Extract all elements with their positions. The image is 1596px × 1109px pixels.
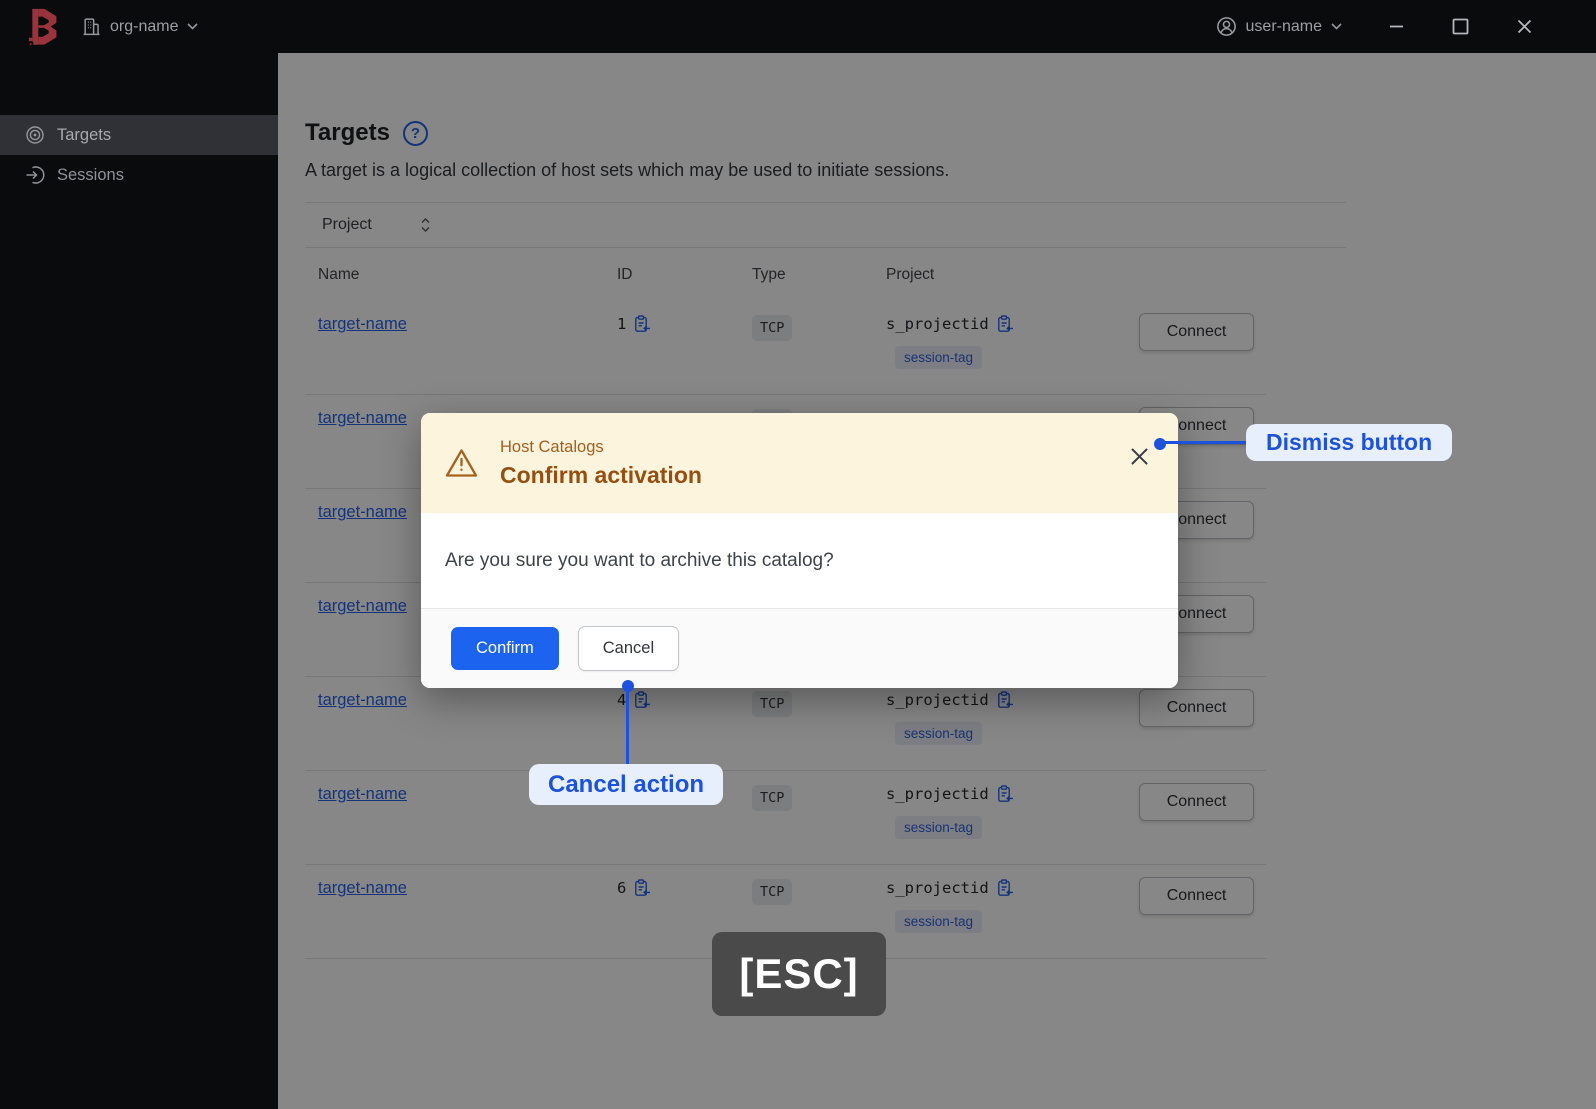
user-icon [1216, 16, 1237, 37]
org-name-label: org-name [110, 17, 179, 35]
close-window-button[interactable] [1514, 17, 1534, 37]
annotation-connector-line [1160, 441, 1248, 444]
app-window: org-name user-name Targets Sessions Targ… [0, 0, 1596, 1109]
dismiss-annotation-label: Dismiss button [1246, 424, 1453, 461]
maximize-button[interactable] [1450, 17, 1470, 37]
annotation-connector-line [626, 688, 629, 766]
confirm-modal: Host Catalogs Confirm activation Are you… [421, 413, 1178, 688]
chevron-down-icon [1331, 23, 1342, 30]
warning-icon [445, 448, 478, 478]
cancel-annotation-label: Cancel action [529, 764, 724, 805]
user-dropdown[interactable]: user-name [1216, 16, 1342, 37]
dismiss-button[interactable] [1129, 446, 1150, 467]
org-icon [82, 17, 101, 36]
session-icon [25, 165, 45, 185]
org-dropdown[interactable]: org-name [82, 17, 199, 36]
titlebar: org-name user-name [0, 0, 1596, 53]
sidebar-item-label: Targets [57, 125, 112, 144]
boundary-logo-icon [28, 8, 59, 46]
sidebar-item-label: Sessions [57, 165, 124, 184]
modal-footer: Confirm Cancel [421, 608, 1178, 688]
chevron-down-icon [187, 23, 199, 30]
annotation-dot [1154, 438, 1166, 450]
cancel-button[interactable]: Cancel [577, 626, 680, 671]
sidebar-item-sessions[interactable]: Sessions [0, 155, 278, 195]
confirm-button[interactable]: Confirm [451, 627, 559, 670]
minimize-button[interactable] [1386, 17, 1406, 37]
modal-header: Host Catalogs Confirm activation [421, 413, 1178, 513]
user-name-label: user-name [1245, 17, 1322, 35]
target-icon [25, 125, 45, 145]
modal-tagline: Host Catalogs [500, 437, 604, 456]
sidebar: Targets Sessions [0, 53, 278, 1109]
modal-title: Confirm activation [500, 461, 702, 488]
esc-key-hint: [ESC] [712, 932, 886, 1016]
sidebar-item-targets[interactable]: Targets [0, 115, 278, 155]
modal-body-text: Are you sure you want to archive this ca… [445, 549, 834, 571]
